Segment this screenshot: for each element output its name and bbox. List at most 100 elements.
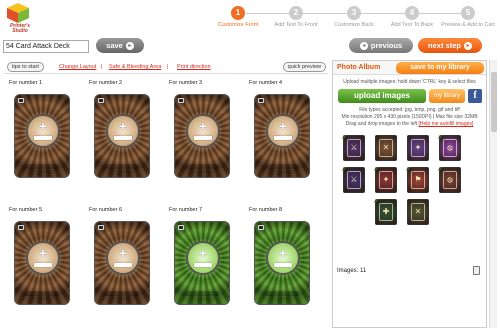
- card-slot[interactable]: For number 3 +: [163, 75, 243, 195]
- thumbnail[interactable]: ✦ ✓: [373, 165, 397, 193]
- card-image[interactable]: +: [254, 221, 310, 305]
- step-preview-cart[interactable]: 5 Preview & Add to Cart: [440, 6, 496, 28]
- card-slot[interactable]: For number 2 +: [83, 75, 163, 195]
- card-badge-icon: [258, 98, 264, 103]
- thumbnail[interactable]: ✦: [407, 135, 429, 161]
- step-label: Customize Front: [217, 22, 259, 28]
- page-scrollbar[interactable]: [489, 60, 497, 328]
- save-label: save: [106, 41, 123, 50]
- step-add-text-front[interactable]: 2 Add Text To Front: [268, 6, 324, 28]
- editor-toolbar: tips to start Change Layout | Safe & Ble…: [3, 60, 328, 74]
- image-thumbnails: ⚔ ✓ ✕ ✦ ⦸ ✓ ⚔ ✓ ✦ ✓ ⚑ ✓ ⦸ ✓ ✚ ✓ ✕: [337, 131, 467, 225]
- card-slot[interactable]: For number 4 +: [243, 75, 323, 195]
- photo-album-panel: Photo Album save to my library Upload mu…: [332, 60, 487, 328]
- printers-studio-logo[interactable]: Printer's Studio: [4, 3, 34, 35]
- images-count: Images: 11: [337, 268, 367, 274]
- card-image[interactable]: +: [174, 94, 230, 178]
- print-direction-link[interactable]: Print direction: [177, 64, 211, 70]
- card-image[interactable]: +: [174, 221, 230, 305]
- step-number: 1: [231, 6, 245, 20]
- card-badge-icon: [18, 225, 24, 230]
- plus-minus-dial-icon: +: [26, 114, 60, 148]
- scrollbar-thumb[interactable]: [491, 72, 497, 132]
- card-slot[interactable]: For number 1 +: [3, 75, 83, 195]
- my-library-button[interactable]: my library: [429, 89, 465, 103]
- card-image[interactable]: +: [14, 221, 70, 305]
- safe-bleeding-link[interactable]: Safe & Bleeding Area: [109, 64, 161, 70]
- panel-title: Photo Album: [337, 64, 381, 71]
- autofill-help-link[interactable]: [Help me autofill images]: [419, 121, 474, 127]
- save-to-library-button[interactable]: save to my library: [396, 62, 484, 74]
- thumbnail-symbol-icon: ✕: [414, 207, 422, 216]
- thumbnail[interactable]: ⚑ ✓: [405, 165, 429, 193]
- thumbnail-symbol-icon: ⚔: [350, 175, 358, 184]
- thumbnail[interactable]: ⚔ ✓: [341, 133, 365, 161]
- arrow-right-icon: ▸: [125, 42, 134, 51]
- separator: |: [101, 64, 103, 70]
- card-slot-label: For number 4: [249, 80, 283, 86]
- card-grid: For number 1 + For number 2 + For number…: [3, 75, 328, 328]
- progress-steps: 1 Customize Front 2 Add Text To Front 3 …: [210, 6, 500, 36]
- trash-icon[interactable]: [473, 266, 480, 275]
- thumbnail[interactable]: ✚ ✓: [373, 197, 397, 225]
- change-layout-link[interactable]: Change Layout: [59, 64, 96, 70]
- checkmark-icon: ✓: [437, 165, 444, 174]
- upload-images-button[interactable]: upload images: [338, 89, 426, 103]
- step-add-text-back[interactable]: 4 Add Text To Back: [384, 6, 440, 28]
- thumbnail-symbol-icon: ⚔: [350, 143, 358, 152]
- plus-minus-dial-icon: +: [186, 114, 220, 148]
- tips-button[interactable]: tips to start: [7, 62, 44, 72]
- plus-minus-dial-icon: +: [26, 241, 60, 275]
- thumbnail[interactable]: ✕: [407, 199, 429, 225]
- checkmark-icon: ✓: [341, 133, 348, 142]
- step-number: 2: [289, 6, 303, 20]
- quick-preview-button[interactable]: quick preview: [282, 62, 326, 72]
- thumbnail-symbol-icon: ⦸: [447, 175, 453, 184]
- card-slot-label: For number 8: [249, 207, 283, 213]
- card-slot-label: For number 1: [9, 80, 43, 86]
- brand-name: Printer's Studio: [9, 23, 31, 34]
- card-slot[interactable]: For number 7 +: [163, 202, 243, 322]
- step-number: 3: [347, 6, 361, 20]
- save-button[interactable]: save ▸: [96, 38, 144, 53]
- checkmark-icon: ✓: [405, 165, 412, 174]
- plus-minus-dial-icon: +: [266, 241, 300, 275]
- thumbnail-symbol-icon: ✕: [382, 143, 390, 152]
- checkmark-icon: ✓: [373, 165, 380, 174]
- step-customize-back[interactable]: 3 Customize Back: [326, 6, 382, 28]
- step-customize-front[interactable]: 1 Customize Front: [210, 6, 266, 28]
- thumbnail-symbol-icon: ⦸: [447, 143, 453, 152]
- next-step-button[interactable]: next step ▸: [418, 38, 482, 53]
- step-number: 4: [405, 6, 419, 20]
- panel-header: Photo Album save to my library: [333, 61, 486, 75]
- card-slot-label: For number 2: [89, 80, 123, 86]
- card-slot[interactable]: For number 8 +: [243, 202, 323, 322]
- thumbnail[interactable]: ⦸ ✓: [437, 165, 461, 193]
- step-label: Customize Back: [334, 22, 374, 28]
- previous-button[interactable]: ◂ previous: [349, 38, 413, 53]
- step-label: Add Text To Front: [274, 22, 318, 28]
- card-badge-icon: [178, 225, 184, 230]
- checkmark-icon: ✓: [341, 165, 348, 174]
- file-types-info: File types accepted: jpg, bmp, png, gif …: [341, 107, 478, 120]
- previous-label: previous: [370, 41, 403, 50]
- thumbnail-symbol-icon: ⚑: [414, 175, 422, 184]
- arrow-left-icon: ◂: [359, 42, 368, 51]
- cube-logo-icon: [7, 3, 29, 23]
- card-slot[interactable]: For number 6 +: [83, 202, 163, 322]
- card-slot[interactable]: For number 5 +: [3, 202, 83, 322]
- thumbnail[interactable]: ⚔ ✓: [341, 165, 365, 193]
- step-label: Preview & Add to Cart: [441, 22, 495, 28]
- checkmark-icon: ✓: [437, 133, 444, 142]
- card-image[interactable]: +: [94, 94, 150, 178]
- card-image[interactable]: +: [254, 94, 310, 178]
- card-image[interactable]: +: [94, 221, 150, 305]
- plus-minus-dial-icon: +: [186, 241, 220, 275]
- facebook-icon[interactable]: f: [468, 89, 482, 103]
- thumbnail[interactable]: ⦸ ✓: [437, 133, 461, 161]
- thumbnail[interactable]: ✕: [375, 135, 397, 161]
- card-badge-icon: [258, 225, 264, 230]
- card-slot-label: For number 7: [169, 207, 203, 213]
- deck-title-input[interactable]: 54 Card Attack Deck: [3, 40, 89, 53]
- card-image[interactable]: +: [14, 94, 70, 178]
